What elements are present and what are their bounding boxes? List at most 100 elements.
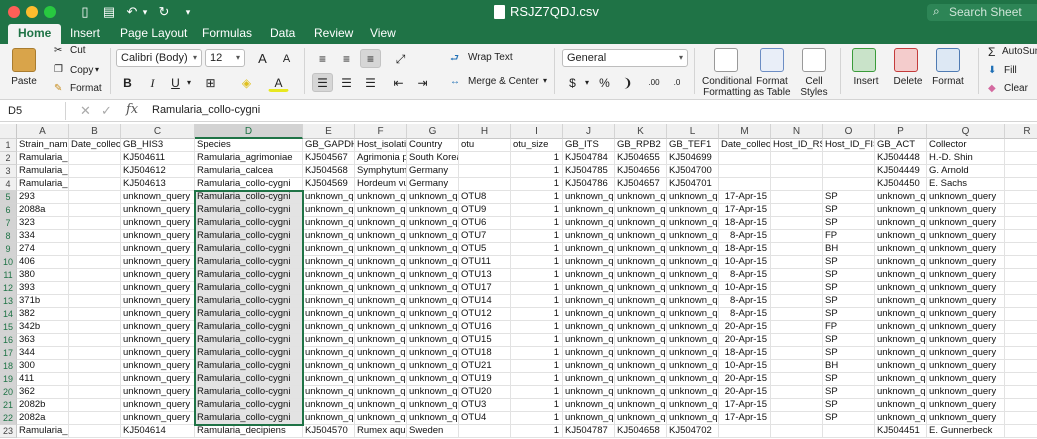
fill-color-icon[interactable]: ◈ — [236, 73, 257, 92]
wrap-text-icon[interactable]: ⮐ — [450, 51, 459, 68]
column-header-l[interactable]: L — [667, 124, 719, 139]
cell-k18[interactable]: unknown_query — [615, 360, 667, 373]
select-all-button[interactable] — [0, 124, 17, 139]
format-cells-icon[interactable] — [936, 48, 960, 72]
column-header-i[interactable]: I — [511, 124, 563, 139]
cell-h17[interactable]: OTU18 — [459, 347, 511, 360]
cell-p5[interactable]: unknown_query — [875, 191, 927, 204]
cell-m2[interactable] — [719, 152, 771, 165]
format-painter-icon[interactable]: ✎ — [54, 83, 62, 94]
row-header[interactable]: 21 — [0, 399, 17, 412]
cell-h7[interactable]: OTU6 — [459, 217, 511, 230]
cell-i6[interactable]: 1 — [511, 204, 563, 217]
cell-p16[interactable]: unknown_query — [875, 334, 927, 347]
cell-e17[interactable]: unknown_query — [303, 347, 355, 360]
cell-b17[interactable] — [69, 347, 121, 360]
cell-h1[interactable]: otu — [459, 139, 511, 152]
cell-a18[interactable]: 300 — [17, 360, 69, 373]
cell-r1[interactable] — [1005, 139, 1037, 152]
cell-k5[interactable]: unknown_query — [615, 191, 667, 204]
cell-i13[interactable]: 1 — [511, 295, 563, 308]
cell-f3[interactable]: Symphytum officinale — [355, 165, 407, 178]
cell-e22[interactable]: unknown_query — [303, 412, 355, 425]
cell-d23[interactable]: Ramularia_decipiens — [195, 425, 303, 438]
cell-c12[interactable]: unknown_query — [121, 282, 195, 295]
cell-m9[interactable]: 18-Apr-15 — [719, 243, 771, 256]
insert-cells-button[interactable]: Insert — [848, 76, 884, 87]
increase-indent-icon[interactable]: ⇥ — [412, 73, 433, 92]
font-name-select[interactable]: Calibri (Body) ▾ — [116, 49, 202, 67]
cell-g17[interactable]: unknown_query — [407, 347, 459, 360]
cell-p11[interactable]: unknown_query — [875, 269, 927, 282]
row-header[interactable]: 16 — [0, 334, 17, 347]
column-header-r[interactable]: R — [1005, 124, 1037, 139]
cell-b10[interactable] — [69, 256, 121, 269]
copy-button[interactable]: Copy — [70, 65, 93, 76]
row-header[interactable]: 3 — [0, 165, 17, 178]
cell-r3[interactable] — [1005, 165, 1037, 178]
cell-l3[interactable]: KJ504700 — [667, 165, 719, 178]
column-header-j[interactable]: J — [563, 124, 615, 139]
cell-p17[interactable]: unknown_query — [875, 347, 927, 360]
cell-l10[interactable]: unknown_query — [667, 256, 719, 269]
search-sheet-input[interactable]: ⌕ Search Sheet — [927, 4, 1037, 21]
cell-i2[interactable]: 1 — [511, 152, 563, 165]
cell-j4[interactable]: KJ504786 — [563, 178, 615, 191]
cell-r12[interactable] — [1005, 282, 1037, 295]
cell-n10[interactable] — [771, 256, 823, 269]
cell-m14[interactable]: 8-Apr-15 — [719, 308, 771, 321]
cell-h5[interactable]: OTU8 — [459, 191, 511, 204]
decrease-indent-icon[interactable]: ⇤ — [388, 73, 409, 92]
cell-a12[interactable]: 393 — [17, 282, 69, 295]
cell-a11[interactable]: 380 — [17, 269, 69, 282]
cell-m10[interactable]: 10-Apr-15 — [719, 256, 771, 269]
cell-d7[interactable]: Ramularia_collo-cygni — [195, 217, 303, 230]
cell-h11[interactable]: OTU13 — [459, 269, 511, 282]
cell-n9[interactable] — [771, 243, 823, 256]
cell-b14[interactable] — [69, 308, 121, 321]
cell-e14[interactable]: unknown_query — [303, 308, 355, 321]
tab-data[interactable]: Data — [260, 24, 305, 44]
cell-i18[interactable]: 1 — [511, 360, 563, 373]
cell-p8[interactable]: unknown_query — [875, 230, 927, 243]
column-header-g[interactable]: G — [407, 124, 459, 139]
cell-e5[interactable]: unknown_query — [303, 191, 355, 204]
cell-j11[interactable]: unknown_query — [563, 269, 615, 282]
format-as-table-button[interactable]: Format as Table — [752, 76, 792, 98]
cell-e18[interactable]: unknown_query — [303, 360, 355, 373]
cell-k14[interactable]: unknown_query — [615, 308, 667, 321]
cell-r7[interactable] — [1005, 217, 1037, 230]
cell-b16[interactable] — [69, 334, 121, 347]
cell-c11[interactable]: unknown_query — [121, 269, 195, 282]
currency-dropdown-icon[interactable]: ▾ — [582, 73, 592, 92]
cell-m13[interactable]: 8-Apr-15 — [719, 295, 771, 308]
cell-q17[interactable]: unknown_query — [927, 347, 1005, 360]
cell-r18[interactable] — [1005, 360, 1037, 373]
cell-m18[interactable]: 10-Apr-15 — [719, 360, 771, 373]
cell-n19[interactable] — [771, 373, 823, 386]
cell-k2[interactable]: KJ504655 — [615, 152, 667, 165]
cell-f10[interactable]: unknown_query — [355, 256, 407, 269]
cell-c4[interactable]: KJ504613 — [121, 178, 195, 191]
cell-r4[interactable] — [1005, 178, 1037, 191]
tab-home[interactable]: Home — [8, 24, 62, 44]
cell-l13[interactable]: unknown_query — [667, 295, 719, 308]
cell-o22[interactable]: SP — [823, 412, 875, 425]
cell-a17[interactable]: 344 — [17, 347, 69, 360]
cell-h12[interactable]: OTU17 — [459, 282, 511, 295]
cell-d18[interactable]: Ramularia_collo-cygni — [195, 360, 303, 373]
cell-m19[interactable]: 20-Apr-15 — [719, 373, 771, 386]
cell-l6[interactable]: unknown_query — [667, 204, 719, 217]
format-cells-button[interactable]: Format — [930, 76, 966, 87]
cell-n13[interactable] — [771, 295, 823, 308]
cell-d5[interactable]: Ramularia_collo-cygni — [195, 191, 303, 204]
cell-i12[interactable]: 1 — [511, 282, 563, 295]
enter-icon[interactable]: ✓ — [101, 103, 112, 119]
redo-icon[interactable]: ↻ — [156, 3, 172, 21]
cell-p15[interactable]: unknown_query — [875, 321, 927, 334]
delete-cells-icon[interactable] — [894, 48, 918, 72]
cell-n12[interactable] — [771, 282, 823, 295]
cell-d16[interactable]: Ramularia_collo-cygni — [195, 334, 303, 347]
underline-dropdown-icon[interactable]: ▾ — [184, 73, 194, 92]
cell-l9[interactable]: unknown_query — [667, 243, 719, 256]
